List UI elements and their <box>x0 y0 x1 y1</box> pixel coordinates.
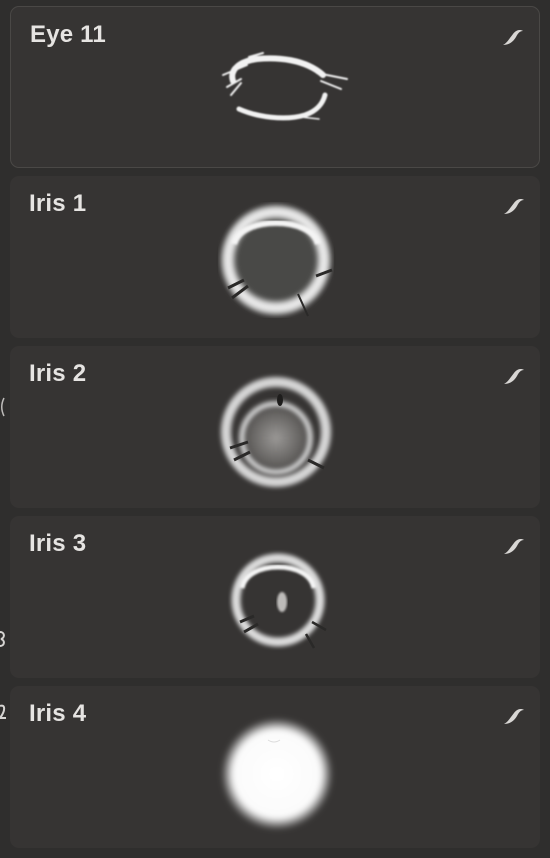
brush-name: Iris 1 <box>29 190 87 217</box>
adjacent-panel-edge-mark <box>1 397 5 417</box>
brush-card-eye-11[interactable]: Eye 11 <box>10 6 540 168</box>
brush-name: Eye 11 <box>30 21 106 48</box>
iris-small-ring-preview <box>231 553 327 649</box>
adjacent-panel-edge-mark <box>0 631 5 647</box>
brush-stroke-icon <box>504 709 524 724</box>
brush-card-iris-2[interactable]: Iris 2 <box>10 346 540 508</box>
brush-card-iris-4[interactable]: Iris 4 <box>10 686 540 848</box>
iris-double-ring-preview <box>221 377 331 487</box>
brush-name: Iris 3 <box>29 530 87 557</box>
brush-name: Iris 4 <box>29 700 87 727</box>
brush-card-iris-3[interactable]: Iris 3 <box>10 516 540 678</box>
brush-stroke-icon <box>503 30 523 45</box>
adjacent-panel-edge-mark <box>0 704 6 719</box>
brush-card-iris-1[interactable]: Iris 1 <box>10 176 540 338</box>
iris-ring-preview <box>222 206 333 317</box>
brush-stroke-icon <box>504 539 524 554</box>
brush-name: Iris 2 <box>29 360 87 387</box>
iris-soft-disc-preview <box>221 718 333 830</box>
brush-stroke-icon <box>504 199 524 214</box>
eye-outline-preview <box>222 52 348 121</box>
brush-stroke-icon <box>504 369 524 384</box>
